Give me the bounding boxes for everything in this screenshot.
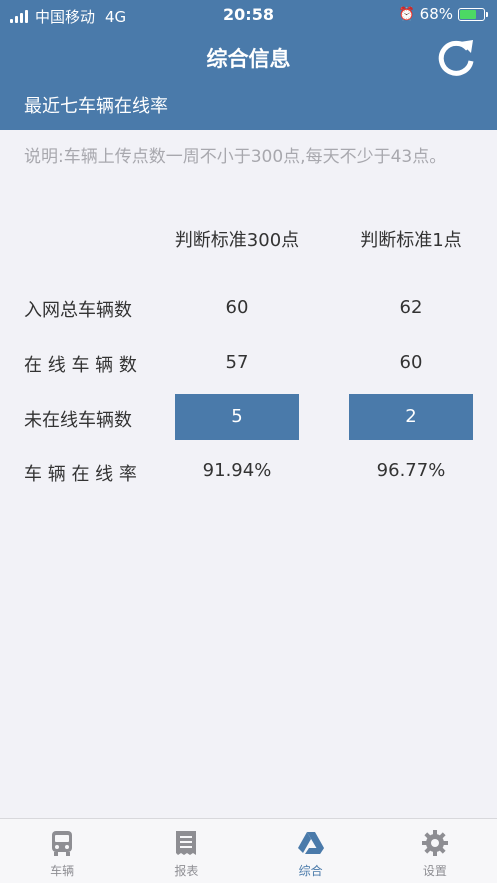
page-title: 综合信息 — [206, 47, 291, 71]
tab-settings[interactable]: 设置 — [373, 819, 497, 883]
tab-settings-label: 设置 — [422, 864, 447, 878]
tab-bar: 车辆 报表 综合 设置 — [0, 818, 497, 883]
drive-triangle-icon — [297, 832, 324, 854]
row-label-rate: 车 辆 在 线 率 — [24, 464, 137, 485]
tab-reports[interactable]: 报表 — [124, 819, 248, 883]
online-300-value: 57 — [225, 352, 249, 373]
offline-300-button[interactable]: 5 — [175, 394, 299, 440]
status-right: ⏰ 68% — [398, 5, 488, 23]
tab-vehicles-label: 车辆 — [50, 864, 75, 878]
row-label-online: 在 线 车 辆 数 — [24, 355, 137, 376]
refresh-icon[interactable] — [433, 34, 479, 80]
rate-300-value: 91.94% — [202, 460, 272, 481]
gear-icon — [421, 830, 448, 856]
nav-bar: 综合信息 — [0, 30, 497, 84]
battery-percent: 68% — [419, 5, 453, 23]
tab-vehicles[interactable]: 车辆 — [0, 819, 124, 883]
status-bar: 中国移动 4G 20:58 ⏰ 68% — [0, 0, 497, 30]
column-header-1: 判断标准1点 — [360, 230, 462, 251]
description-note: 说明:车辆上传点数一周不小于300点,每天不少于43点。 — [24, 147, 447, 167]
battery-icon — [458, 7, 488, 21]
alarm-icon: ⏰ — [398, 6, 415, 22]
rate-1-value: 96.77% — [376, 460, 446, 481]
tab-summary[interactable]: 综合 — [249, 819, 373, 883]
tab-reports-label: 报表 — [174, 864, 199, 878]
online-1-value: 60 — [399, 352, 423, 373]
section-header: 最近七车辆在线率 — [0, 84, 497, 130]
report-icon — [176, 831, 197, 855]
bus-icon — [52, 831, 73, 856]
column-header-300: 判断标准300点 — [174, 230, 300, 251]
tab-summary-label: 综合 — [298, 864, 323, 878]
offline-1-button[interactable]: 2 — [349, 394, 473, 440]
row-label-offline: 未在线车辆数 — [24, 410, 132, 431]
total-1-value: 62 — [399, 297, 423, 318]
total-300-value: 60 — [225, 297, 249, 318]
row-label-total: 入网总车辆数 — [24, 300, 132, 321]
